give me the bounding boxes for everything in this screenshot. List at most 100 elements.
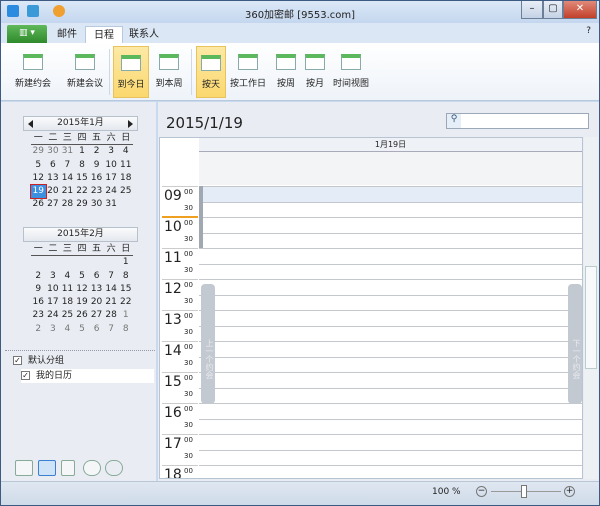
day-cell[interactable]: 18 xyxy=(60,296,75,309)
day-cell[interactable]: 26 xyxy=(75,309,90,322)
day-cell[interactable]: 7 xyxy=(60,159,75,172)
time-slot[interactable] xyxy=(199,434,582,450)
day-cell[interactable]: 25 xyxy=(60,309,75,322)
search-icon[interactable] xyxy=(105,460,123,476)
all-day-area[interactable] xyxy=(199,152,582,185)
day-cell[interactable]: 10 xyxy=(104,159,119,172)
day-cell[interactable]: 1 xyxy=(118,309,133,322)
time-slot[interactable] xyxy=(199,465,582,478)
day-cell[interactable]: 12 xyxy=(75,283,90,296)
calendar-icon[interactable] xyxy=(38,460,56,476)
day-cell[interactable]: 27 xyxy=(46,198,61,211)
ribbon-button[interactable]: 按天 xyxy=(196,46,226,98)
time-slot[interactable] xyxy=(199,310,582,326)
vertical-scrollbar[interactable] xyxy=(584,137,598,479)
day-cell[interactable]: 14 xyxy=(104,283,119,296)
app-menu-button[interactable]: ▥ ▾ xyxy=(7,25,47,43)
day-cell[interactable]: 20 xyxy=(46,185,61,198)
day-cell[interactable]: 8 xyxy=(118,270,133,283)
day-cell[interactable]: 5 xyxy=(75,270,90,283)
day-cell[interactable]: 22 xyxy=(118,296,133,309)
day-cell[interactable]: 1 xyxy=(75,145,90,158)
maximize-button[interactable]: ▢ xyxy=(543,1,563,19)
calendar-item[interactable]: ✓ 我的日历 xyxy=(21,369,154,383)
day-cell[interactable]: 18 xyxy=(118,172,133,185)
time-slot[interactable] xyxy=(199,341,582,357)
time-slot[interactable] xyxy=(199,403,582,419)
time-slot[interactable] xyxy=(199,217,582,233)
scroll-thumb[interactable] xyxy=(585,266,597,369)
ribbon-button[interactable]: 新建会议 xyxy=(57,46,113,98)
next-appointment-tab[interactable]: 下一个约会 xyxy=(568,284,582,404)
ribbon-button[interactable]: 到今日 xyxy=(113,46,149,98)
day-cell[interactable]: 23 xyxy=(31,309,46,322)
time-slot[interactable] xyxy=(199,325,582,342)
time-slot[interactable] xyxy=(199,186,582,202)
time-slot[interactable] xyxy=(199,232,582,249)
checkbox-icon[interactable]: ✓ xyxy=(21,371,30,380)
time-slot[interactable] xyxy=(199,387,582,404)
day-cell[interactable]: 31 xyxy=(60,145,75,158)
contacts-book-icon[interactable] xyxy=(61,460,75,476)
help-icon[interactable]: ? xyxy=(586,26,591,36)
day-cell[interactable]: 24 xyxy=(46,309,61,322)
day-cell[interactable]: 1 xyxy=(118,256,133,269)
day-cell[interactable]: 15 xyxy=(75,172,90,185)
day-cell[interactable]: 16 xyxy=(89,172,104,185)
day-cell[interactable]: 11 xyxy=(118,159,133,172)
day-cell[interactable]: 29 xyxy=(75,198,90,211)
day-cell[interactable]: 24 xyxy=(104,185,119,198)
day-cell[interactable]: 7 xyxy=(104,270,119,283)
globe-icon[interactable] xyxy=(83,460,101,476)
ribbon-button[interactable]: 按周 xyxy=(271,46,301,98)
zoom-slider-thumb[interactable] xyxy=(521,485,527,498)
day-cell[interactable]: 3 xyxy=(46,323,61,336)
day-cell[interactable]: 9 xyxy=(89,159,104,172)
day-cell[interactable]: 4 xyxy=(60,270,75,283)
day-cell[interactable]: 2 xyxy=(89,145,104,158)
mail-icon[interactable] xyxy=(15,460,33,476)
prev-appointment-tab[interactable]: 上一个约会 xyxy=(201,284,215,404)
day-cell[interactable]: 8 xyxy=(75,159,90,172)
day-cell[interactable]: 21 xyxy=(60,185,75,198)
time-slot[interactable] xyxy=(199,279,582,295)
day-cell[interactable]: 19 xyxy=(30,184,47,200)
time-slot[interactable] xyxy=(199,201,582,218)
day-cell[interactable]: 10 xyxy=(46,283,61,296)
tab-calendar[interactable]: 日程 xyxy=(85,26,123,43)
day-cell[interactable]: 8 xyxy=(118,323,133,336)
day-cell[interactable]: 3 xyxy=(46,270,61,283)
zoom-in-icon[interactable]: + xyxy=(564,486,575,497)
time-slot[interactable] xyxy=(199,418,582,435)
time-slot[interactable] xyxy=(199,449,582,466)
tab-mail[interactable]: 邮件 xyxy=(49,26,85,43)
day-cell[interactable]: 21 xyxy=(104,296,119,309)
day-cell[interactable]: 19 xyxy=(75,296,90,309)
day-cell[interactable]: 6 xyxy=(89,270,104,283)
time-slot[interactable] xyxy=(199,248,582,264)
day-cell[interactable]: 16 xyxy=(31,296,46,309)
day-cell[interactable]: 23 xyxy=(89,185,104,198)
day-cell[interactable]: 13 xyxy=(89,283,104,296)
day-cell[interactable]: 7 xyxy=(104,323,119,336)
day-cell[interactable]: 9 xyxy=(31,283,46,296)
next-month-icon[interactable] xyxy=(128,120,133,128)
day-cell[interactable]: 31 xyxy=(104,198,119,211)
close-button[interactable]: ✕ xyxy=(563,1,597,19)
day-cell[interactable]: 5 xyxy=(75,323,90,336)
day-cell[interactable]: 30 xyxy=(89,198,104,211)
checkbox-icon[interactable]: ✓ xyxy=(13,356,22,365)
day-cell[interactable]: 30 xyxy=(46,145,61,158)
zoom-out-icon[interactable]: − xyxy=(476,486,487,497)
day-cell[interactable]: 4 xyxy=(118,145,133,158)
day-cell[interactable]: 17 xyxy=(46,296,61,309)
day-cell[interactable]: 28 xyxy=(104,309,119,322)
prev-month-icon[interactable] xyxy=(28,120,33,128)
time-slot[interactable] xyxy=(199,263,582,280)
ribbon-button[interactable]: 按工作日 xyxy=(229,46,267,98)
day-cell[interactable]: 13 xyxy=(46,172,61,185)
search-input[interactable]: ⚲ xyxy=(446,113,589,129)
day-cell[interactable]: 27 xyxy=(89,309,104,322)
time-slot[interactable] xyxy=(199,356,582,373)
day-cell[interactable]: 17 xyxy=(104,172,119,185)
